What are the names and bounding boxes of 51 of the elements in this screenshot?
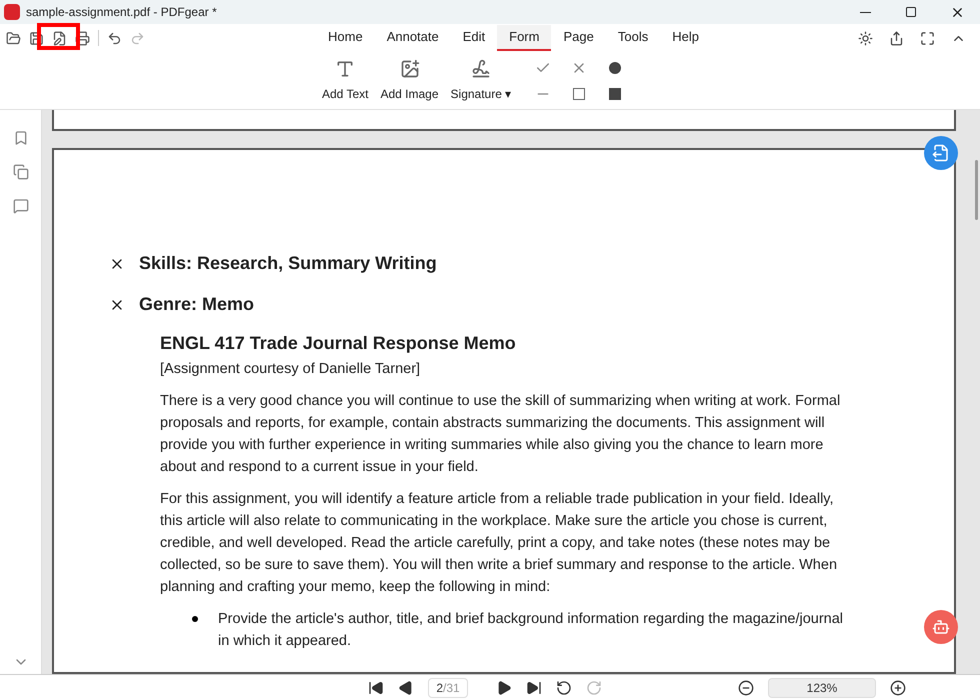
pages-icon[interactable] bbox=[12, 164, 28, 180]
square-icon[interactable] bbox=[573, 88, 586, 100]
menu-tab[interactable]: Home bbox=[316, 25, 375, 51]
menu-tab[interactable]: Form bbox=[497, 25, 552, 51]
share-icon[interactable] bbox=[889, 30, 904, 46]
save-icon[interactable] bbox=[29, 30, 44, 46]
menu-tab[interactable]: Annotate bbox=[374, 25, 451, 51]
menu-tab[interactable]: Tools bbox=[606, 25, 660, 51]
ribbon-button[interactable]: Add Image bbox=[374, 58, 445, 102]
zoom-out-icon[interactable] bbox=[738, 680, 754, 696]
filled-square-icon[interactable] bbox=[609, 88, 622, 100]
fullscreen-icon[interactable] bbox=[920, 30, 935, 46]
paragraph: There is a very good chance you will continue to use the skill of summarizing when writing at work. Formal proposals and reports, for example, contain abstracts summarizing the documents. This assignment will provide you with further experience in writing summaries while also giving you the chance to learn more about and respond to a current issue in your field. bbox=[160, 392, 842, 477]
rotate-left-icon[interactable] bbox=[556, 680, 572, 696]
menu-tab[interactable]: Page bbox=[551, 25, 606, 51]
signature-icon bbox=[470, 58, 491, 78]
page-number-field[interactable]: 2/31 bbox=[428, 678, 468, 698]
last-page-icon[interactable] bbox=[526, 680, 542, 696]
zoom-in-icon[interactable] bbox=[890, 680, 906, 696]
image-plus-icon bbox=[400, 58, 420, 78]
maximize-icon bbox=[905, 6, 917, 18]
section-heading: Genre: Memo bbox=[139, 293, 254, 316]
window-title: sample-assignment.pdf - PDFgear * bbox=[26, 4, 217, 21]
app-logo-icon bbox=[4, 4, 20, 20]
ribbon-button[interactable]: Signature ▾ bbox=[444, 58, 518, 102]
bullet-text: Provide the article's author, title, and brief background information regarding the magazine/journal in which it appeared. bbox=[218, 610, 844, 651]
zoom-field[interactable]: 123% bbox=[768, 678, 876, 698]
text-box-icon bbox=[335, 58, 356, 78]
file-export-icon bbox=[932, 144, 950, 162]
robot-icon bbox=[932, 618, 950, 636]
next-page-icon[interactable] bbox=[496, 680, 512, 696]
bookmark-icon[interactable] bbox=[12, 130, 28, 146]
printer-icon[interactable] bbox=[75, 30, 90, 46]
section-heading: Skills: Research, Summary Writing bbox=[139, 252, 437, 275]
previous-page-icon[interactable] bbox=[398, 680, 414, 696]
menu-tab[interactable]: Help bbox=[660, 25, 711, 51]
bullet-icon bbox=[192, 616, 198, 622]
document-title: ENGL 417 Trade Journal Response Memo bbox=[160, 332, 517, 354]
folder-icon[interactable] bbox=[6, 30, 21, 46]
comment-icon[interactable] bbox=[12, 198, 28, 214]
menu-tab[interactable]: Edit bbox=[450, 25, 498, 51]
first-page-icon[interactable] bbox=[368, 680, 384, 696]
credit-line: [Assignment courtesy of Danielle Tarner] bbox=[160, 360, 422, 379]
file-edit-icon[interactable] bbox=[52, 30, 67, 46]
convert-to-word-button[interactable] bbox=[924, 136, 958, 170]
paragraph: For this assignment, you will identify a feature article from a reliable trade publication in your field. Ideally, this article will also relate to communicating in the workplace. Make sure the article you chose is current, credible, and well developed. Read the article carefully, print a copy, and take notes (these notes may be collected, so be sure to save them). You will then write a brief summary and response to the article. When planning and crafting your memo, keep the following in mind: bbox=[160, 490, 838, 597]
scrollbar-thumb bbox=[975, 160, 978, 220]
brightness-icon[interactable] bbox=[858, 30, 873, 46]
undo-icon[interactable] bbox=[107, 30, 122, 46]
ribbon-button[interactable]: Add Text bbox=[316, 58, 374, 102]
highlight-box bbox=[37, 23, 80, 50]
